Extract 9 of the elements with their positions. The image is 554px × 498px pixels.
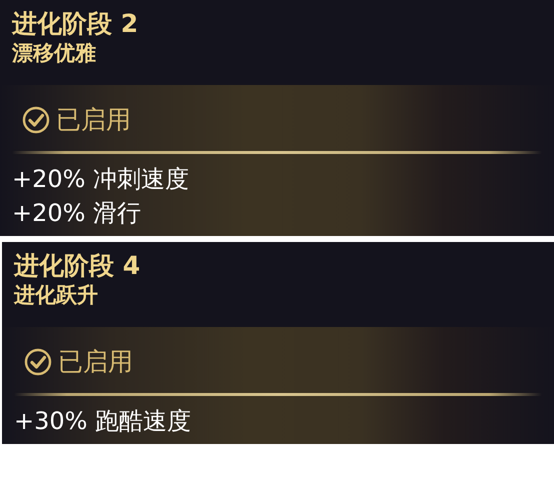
effect-text: +20% 冲刺速度 bbox=[11, 164, 190, 195]
status-label: 已启用 bbox=[56, 105, 131, 135]
status-label: 已启用 bbox=[58, 347, 133, 377]
effect-text: +20% 滑行 bbox=[11, 198, 142, 229]
stage-subtitle: 进化跃升 bbox=[12, 282, 99, 309]
stage-title: 进化阶段 4 bbox=[12, 250, 142, 281]
stage-title: 进化阶段 2 bbox=[10, 8, 140, 39]
stage-subtitle: 漂移优雅 bbox=[10, 40, 97, 67]
effect-text: +30% 跑酷速度 bbox=[13, 406, 192, 437]
